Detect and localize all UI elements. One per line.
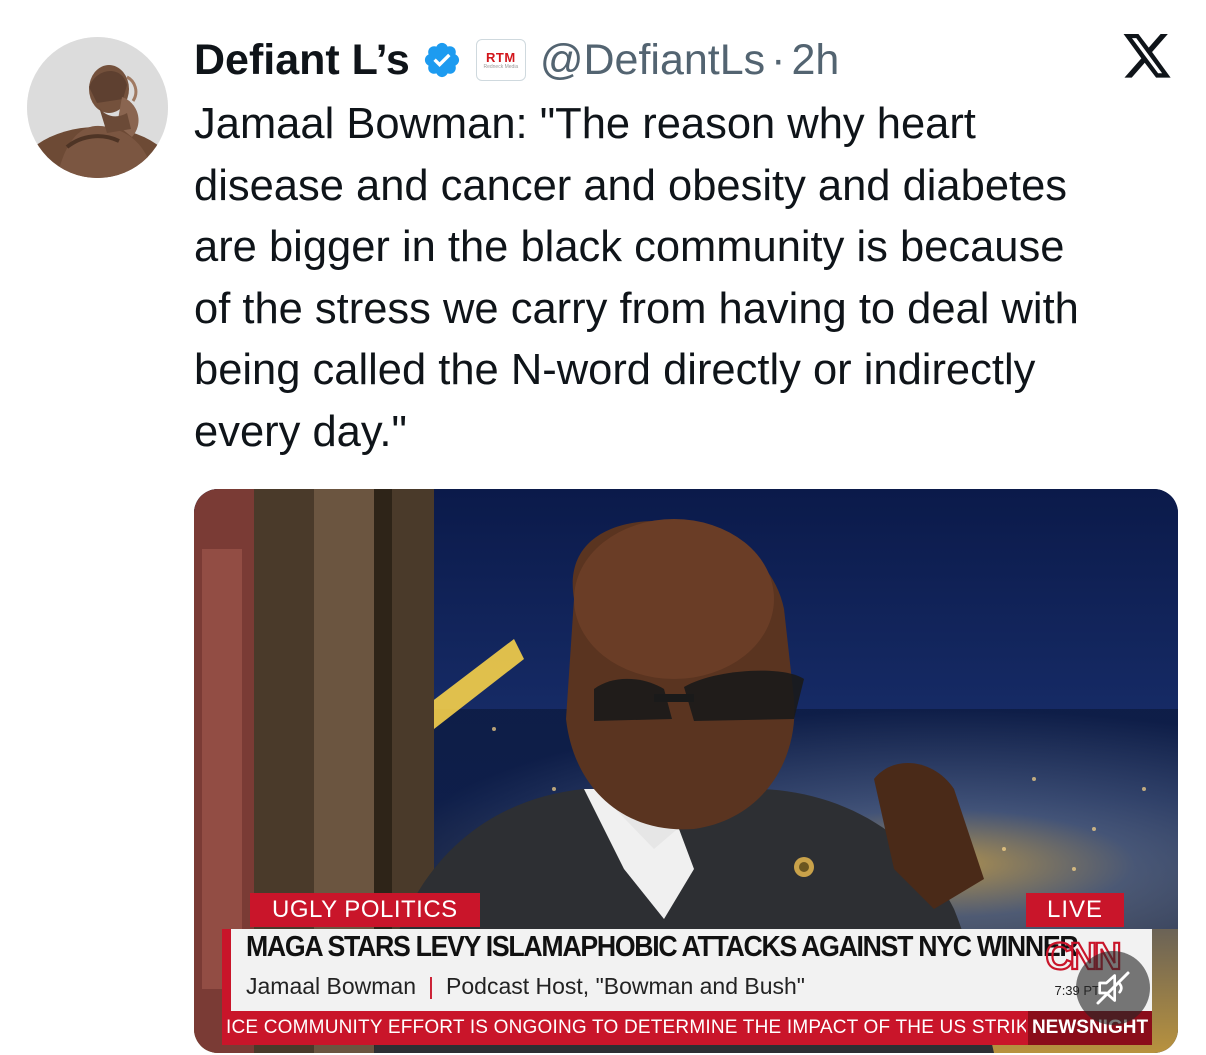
tweet-text: Jamaal Bowman: "The reason why heart dis… (194, 100, 1079, 456)
affiliate-badge[interactable]: RTM Redneck Media (475, 39, 526, 81)
video-player[interactable]: UGLY POLITICS LIVE MAGA STARS LEVY ISLAM… (194, 489, 1178, 1053)
avatar-statue-image (27, 37, 168, 178)
guest-title: Podcast Host, "Bowman and Bush" (446, 973, 805, 999)
affiliate-badge-sublabel: Redneck Media (483, 63, 519, 70)
guest-separator: | (428, 973, 435, 999)
separator-dot: · (771, 35, 786, 84)
display-name[interactable]: Defiant L’s (194, 36, 410, 85)
lower-third-accent (222, 929, 231, 1011)
live-tag: LIVE (1026, 893, 1124, 927)
mute-button[interactable] (1076, 951, 1150, 1025)
show-tag: UGLY POLITICS (250, 893, 480, 927)
ticker-text: ICE COMMUNITY EFFORT IS ONGOING TO DETER… (226, 1017, 1026, 1038)
speaker-muted-icon (1096, 971, 1130, 1005)
timestamp[interactable]: 2h (791, 36, 839, 85)
news-ticker: ICE COMMUNITY EFFORT IS ONGOING TO DETER… (222, 1011, 1152, 1045)
tweet-header: Defiant L’s RTM Redneck Media @DefiantLs… (194, 30, 839, 90)
affiliate-badge-label: RTM (486, 49, 516, 65)
avatar[interactable] (27, 37, 168, 178)
chyron-headline: MAGA STARS LEVY ISLAMAPHOBIC ATTACKS AGA… (246, 931, 1079, 963)
verified-badge-icon (422, 40, 462, 80)
chyron-top-bar: UGLY POLITICS LIVE (222, 893, 1152, 927)
x-logo-icon[interactable] (1120, 34, 1174, 82)
handle[interactable]: @DefiantLs (540, 36, 765, 85)
guest-line: Jamaal Bowman | Podcast Host, "Bowman and … (246, 973, 805, 1000)
guest-name: Jamaal Bowman (246, 973, 417, 999)
lower-third: MAGA STARS LEVY ISLAMAPHOBIC ATTACKS AGA… (222, 929, 1152, 1011)
